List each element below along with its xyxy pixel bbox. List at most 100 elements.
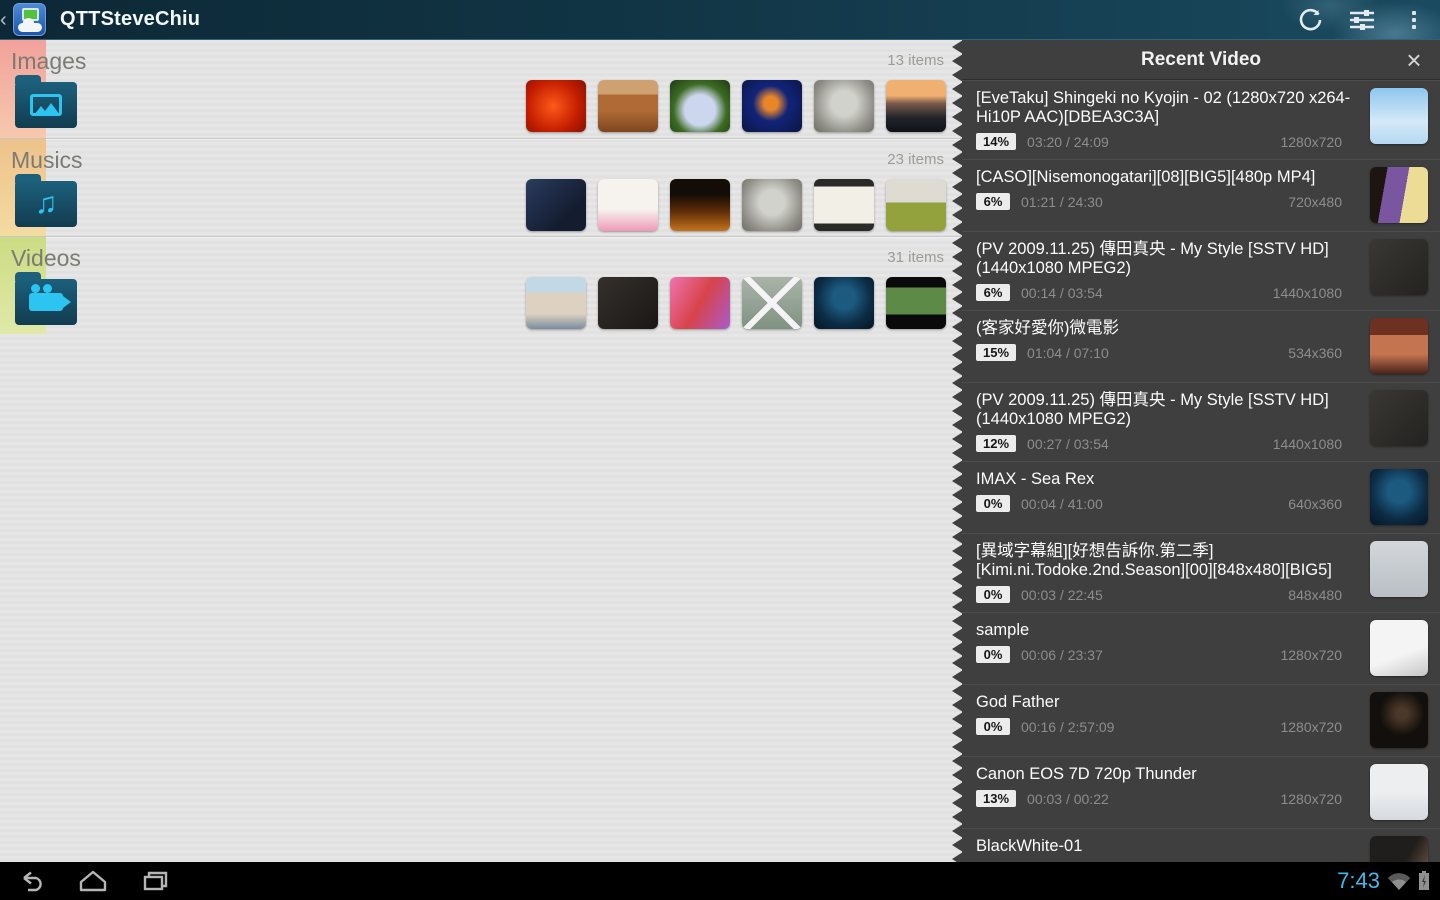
video-thumbnail[interactable] [886, 277, 946, 329]
video-thumbnail[interactable] [742, 277, 802, 329]
videos-folder-icon[interactable] [15, 279, 77, 325]
section-label: Videos [11, 245, 81, 272]
recent-video-item[interactable]: [EveTaku] Shingeki no Kyojin - 02 (1280x… [962, 81, 1440, 160]
home-icon [77, 869, 109, 893]
progress-badge: 0% [976, 718, 1010, 735]
video-thumbnail[interactable] [1370, 692, 1428, 748]
tune-button[interactable] [1336, 0, 1388, 39]
recent-video-text: [異域字幕組][好想告訴你.第二季][Kimi.ni.Todoke.2nd.Se… [976, 541, 1358, 604]
home-button[interactable] [62, 862, 124, 900]
up-chevron-icon[interactable]: ‹ [0, 1, 12, 39]
recent-panel-title: Recent Video [1141, 49, 1261, 71]
album-thumbnail[interactable] [886, 179, 946, 231]
recent-video-list[interactable]: [EveTaku] Shingeki no Kyojin - 02 (1280x… [962, 81, 1440, 862]
video-thumbnail[interactable] [1370, 167, 1428, 223]
video-resolution: 720x480 [1288, 194, 1358, 210]
progress-badge: 14% [976, 133, 1016, 150]
progress-badge: 6% [976, 193, 1010, 210]
album-thumbnail[interactable] [526, 179, 586, 231]
recent-video-item[interactable]: (PV 2009.11.25) 傳田真央 - My Style [SSTV HD… [962, 232, 1440, 311]
app-icon[interactable] [13, 3, 46, 36]
recent-video-item[interactable]: [異域字幕組][好想告訴你.第二季][Kimi.ni.Todoke.2nd.Se… [962, 534, 1440, 613]
recents-button[interactable] [124, 862, 186, 900]
recent-video-panel: Recent Video × [EveTaku] Shingeki no Kyo… [962, 40, 1440, 862]
section-item-count: 13 items [887, 52, 944, 69]
battery-charging-icon [1418, 871, 1430, 891]
image-thumbnail[interactable] [670, 80, 730, 132]
recent-video-item[interactable]: (客家好愛你)微電影 15% 01:04 / 07:10 534x360 [962, 311, 1440, 383]
recent-video-item[interactable]: BlackWhite-01 5% 02:49 / 1:02:04 704x480 [962, 829, 1440, 862]
recent-video-meta: 6% 00:14 / 03:54 1440x1080 [976, 283, 1358, 302]
refresh-button[interactable] [1284, 0, 1336, 39]
recent-video-item[interactable]: (PV 2009.11.25) 傳田真央 - My Style [SSTV HD… [962, 383, 1440, 462]
video-thumbnail[interactable] [670, 277, 730, 329]
musics-folder-icon[interactable]: ♫ [15, 181, 77, 227]
recent-video-meta: 13% 00:03 / 00:22 1280x720 [976, 789, 1358, 808]
video-thumbnail[interactable] [1370, 620, 1428, 676]
overflow-menu-button[interactable] [1388, 0, 1440, 39]
video-thumbnail[interactable] [1370, 541, 1428, 597]
album-thumbnail[interactable] [598, 179, 658, 231]
recent-video-meta: 12% 00:27 / 03:54 1440x1080 [976, 434, 1358, 453]
playback-time: 01:04 / 07:10 [1027, 345, 1109, 361]
video-thumbnail[interactable] [1370, 318, 1428, 374]
status-cluster: 7:43 [1337, 868, 1440, 894]
album-thumbnail[interactable] [742, 179, 802, 231]
app-title: QTTSteveChiu [60, 8, 200, 31]
progress-badge: 0% [976, 586, 1010, 603]
playback-time: 00:04 / 41:00 [1021, 496, 1103, 512]
recent-video-meta: 14% 03:20 / 24:09 1280x720 [976, 132, 1358, 151]
recents-icon [139, 869, 171, 893]
close-icon[interactable]: × [1394, 40, 1434, 80]
recent-video-item[interactable]: God Father 0% 00:16 / 2:57:09 1280x720 [962, 685, 1440, 757]
recent-video-title: [CASO][Nisemonogatari][08][BIG5][480p MP… [976, 168, 1358, 187]
video-resolution: 1440x1080 [1273, 285, 1358, 301]
back-button[interactable] [0, 862, 62, 900]
music-notes-glyph-icon: ♫ [15, 181, 77, 227]
playback-time: 00:27 / 03:54 [1027, 436, 1109, 452]
video-resolution: 848x480 [1288, 587, 1358, 603]
video-thumbnail[interactable] [598, 277, 658, 329]
recent-video-title: sample [976, 621, 1358, 640]
recent-video-item[interactable]: [CASO][Nisemonogatari][08][BIG5][480p MP… [962, 160, 1440, 232]
video-thumbnail[interactable] [526, 277, 586, 329]
recent-video-item[interactable]: sample 0% 00:06 / 23:37 1280x720 [962, 613, 1440, 685]
recent-video-title: BlackWhite-01 [976, 837, 1358, 856]
image-thumbnail[interactable] [598, 80, 658, 132]
video-resolution: 1280x720 [1280, 134, 1358, 150]
video-resolution: 1440x1080 [1273, 436, 1358, 452]
recent-video-item[interactable]: Canon EOS 7D 720p Thunder 13% 00:03 / 00… [962, 757, 1440, 829]
progress-badge: 0% [976, 495, 1010, 512]
library-panel: Images 13 items Musics 23 items ♫ [0, 40, 962, 862]
images-folder-icon[interactable] [15, 82, 77, 128]
progress-badge: 0% [976, 646, 1010, 663]
image-thumbnail[interactable] [526, 80, 586, 132]
library-row-musics[interactable]: Musics 23 items ♫ [0, 138, 962, 236]
image-thumbnail[interactable] [886, 80, 946, 132]
video-thumbnail[interactable] [1370, 239, 1428, 295]
video-resolution: 1280x720 [1280, 791, 1358, 807]
recent-video-meta: 15% 01:04 / 07:10 534x360 [976, 343, 1358, 362]
video-thumbnail[interactable] [1370, 390, 1428, 446]
recent-video-meta: 6% 01:21 / 24:30 720x480 [976, 192, 1358, 211]
library-row-images[interactable]: Images 13 items [0, 40, 962, 138]
album-thumbnail[interactable] [814, 179, 874, 231]
album-thumbnail[interactable] [670, 179, 730, 231]
video-thumbnail[interactable] [814, 277, 874, 329]
status-clock: 7:43 [1337, 868, 1380, 894]
video-thumbnail[interactable] [1370, 469, 1428, 525]
action-bar-buttons [1284, 0, 1440, 39]
library-row-videos[interactable]: Videos 31 items [0, 236, 962, 334]
recent-video-text: Canon EOS 7D 720p Thunder 13% 00:03 / 00… [976, 764, 1358, 808]
video-thumbnail[interactable] [1370, 88, 1428, 144]
section-item-count: 31 items [887, 249, 944, 266]
video-thumbnail[interactable] [1370, 836, 1428, 862]
playback-time: 00:03 / 00:22 [1027, 791, 1109, 807]
progress-badge: 12% [976, 435, 1016, 452]
video-resolution: 534x360 [1288, 345, 1358, 361]
video-thumbnail[interactable] [1370, 764, 1428, 820]
recent-video-item[interactable]: IMAX - Sea Rex 0% 00:04 / 41:00 640x360 [962, 462, 1440, 534]
image-thumbnail[interactable] [742, 80, 802, 132]
image-thumbnail[interactable] [814, 80, 874, 132]
playback-time: 00:03 / 22:45 [1021, 587, 1103, 603]
